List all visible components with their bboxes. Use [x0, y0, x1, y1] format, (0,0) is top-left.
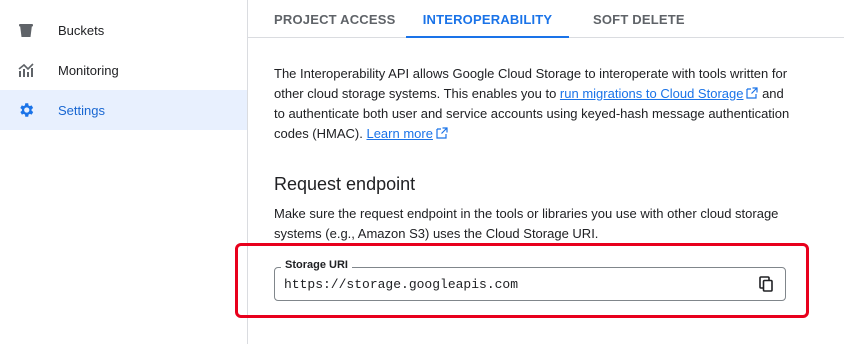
- gear-icon: [17, 101, 35, 119]
- tab-project-access[interactable]: PROJECT ACCESS: [274, 0, 396, 38]
- storage-uri-value[interactable]: https://storage.googleapis.com: [284, 277, 724, 292]
- learn-more-link[interactable]: Learn more: [366, 126, 432, 141]
- tab-bar: PROJECT ACCESS INTEROPERABILITY SOFT DEL…: [248, 0, 844, 38]
- external-link-icon: [746, 87, 759, 99]
- sidebar-item-label: Monitoring: [58, 62, 119, 78]
- sidebar-item-settings[interactable]: Settings: [0, 90, 247, 130]
- sidebar-item-label: Settings: [58, 102, 105, 118]
- sidebar-item-monitoring[interactable]: Monitoring: [0, 50, 247, 90]
- tab-interoperability[interactable]: INTEROPERABILITY: [406, 0, 569, 38]
- storage-uri-field: Storage URI https://storage.googleapis.c…: [274, 259, 786, 301]
- storage-uri-label: Storage URI: [281, 259, 352, 271]
- request-endpoint-heading: Request endpoint: [274, 174, 416, 194]
- bucket-icon: [17, 21, 35, 39]
- chart-icon: [17, 61, 35, 79]
- tab-soft-delete[interactable]: SOFT DELETE: [593, 0, 685, 38]
- request-endpoint-description: Make sure the request endpoint in the to…: [274, 206, 779, 241]
- run-migrations-link[interactable]: run migrations to Cloud Storage: [560, 86, 744, 101]
- copy-icon[interactable]: [757, 275, 775, 293]
- external-link-icon: [436, 127, 448, 139]
- sidebar: Buckets Monitoring Settings: [0, 0, 248, 344]
- sidebar-item-buckets[interactable]: Buckets: [0, 10, 247, 50]
- interoperability-description: The Interoperability API allows Google C…: [274, 64, 794, 144]
- sidebar-item-label: Buckets: [58, 22, 105, 38]
